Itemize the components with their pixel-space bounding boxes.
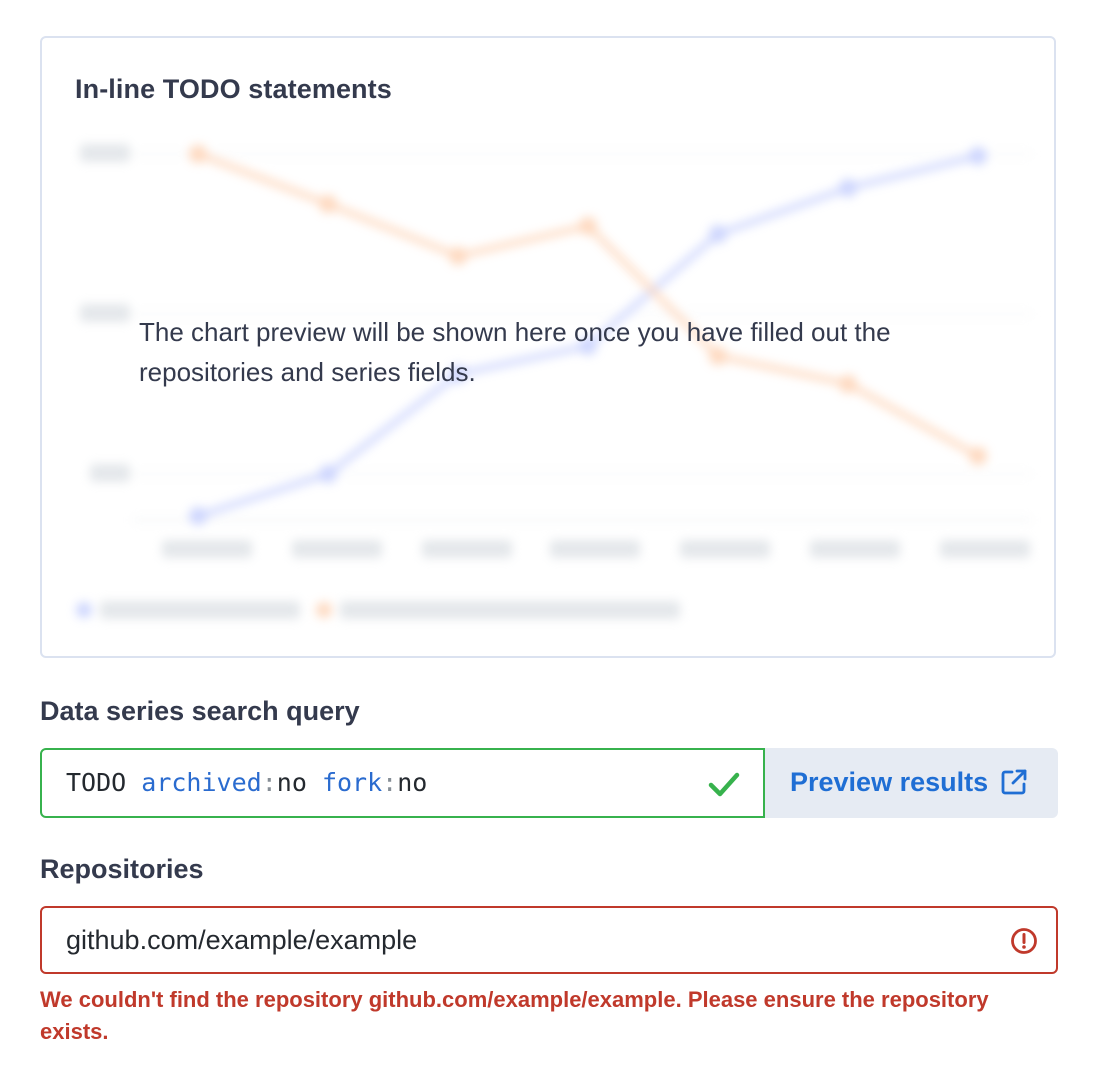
series-b-point bbox=[969, 447, 987, 465]
preview-results-label: Preview results bbox=[790, 767, 989, 797]
series-b-point bbox=[189, 145, 207, 163]
x-tick-blob bbox=[162, 540, 252, 558]
series-line-b bbox=[196, 151, 980, 459]
query-token: no bbox=[276, 768, 307, 797]
legend-label-blob bbox=[100, 601, 300, 619]
query-colon: : bbox=[261, 768, 277, 797]
query-filter-token: fork bbox=[321, 768, 383, 797]
chart-preview-message: The chart preview will be shown here onc… bbox=[139, 317, 891, 387]
x-tick-blob bbox=[550, 540, 640, 558]
repository-error-message: We couldn't find the repository github.c… bbox=[40, 987, 989, 1044]
x-tick-blob bbox=[292, 540, 382, 558]
error-circle-icon bbox=[1011, 928, 1037, 954]
series-a-point bbox=[189, 507, 207, 525]
series-a-point bbox=[319, 465, 337, 483]
series-b-point bbox=[579, 217, 597, 235]
series-b-point bbox=[449, 247, 467, 265]
chart-preview-card: In-line TODO statements The chart previe… bbox=[40, 36, 1056, 658]
query-filter-token: archived bbox=[141, 768, 262, 797]
query-colon: : bbox=[382, 768, 398, 797]
legend-label-blob bbox=[340, 601, 680, 619]
series-a-point bbox=[969, 147, 987, 165]
query-token bbox=[307, 768, 322, 797]
repositories-value: github.com/example/example bbox=[66, 925, 418, 955]
repositories-label: Repositories bbox=[40, 854, 204, 884]
series-a-point bbox=[839, 179, 857, 197]
repositories-input[interactable]: github.com/example/example bbox=[40, 906, 1058, 974]
legend-swatch-a bbox=[76, 602, 92, 618]
query-token: no bbox=[397, 768, 428, 797]
search-query-input[interactable]: TODO archived:no fork:no bbox=[40, 748, 765, 818]
x-tick-blob bbox=[810, 540, 900, 558]
series-a-point bbox=[709, 225, 727, 243]
query-token bbox=[126, 768, 141, 797]
query-token: TODO bbox=[66, 768, 127, 797]
external-link-icon bbox=[1001, 769, 1027, 795]
legend-swatch-b bbox=[316, 602, 332, 618]
x-tick-blob bbox=[422, 540, 512, 558]
series-b-point bbox=[319, 195, 337, 213]
query-text: TODO archived:no fork:no bbox=[66, 768, 427, 797]
y-tick-blob bbox=[90, 464, 130, 482]
x-tick-blob bbox=[940, 540, 1030, 558]
check-icon bbox=[708, 772, 740, 797]
chart-title: In-line TODO statements bbox=[75, 74, 392, 104]
x-tick-blob bbox=[680, 540, 770, 558]
query-label: Data series search query bbox=[40, 696, 360, 726]
y-tick-blob bbox=[80, 304, 130, 322]
y-tick-blob bbox=[80, 144, 130, 162]
preview-results-button[interactable]: Preview results bbox=[765, 748, 1058, 818]
